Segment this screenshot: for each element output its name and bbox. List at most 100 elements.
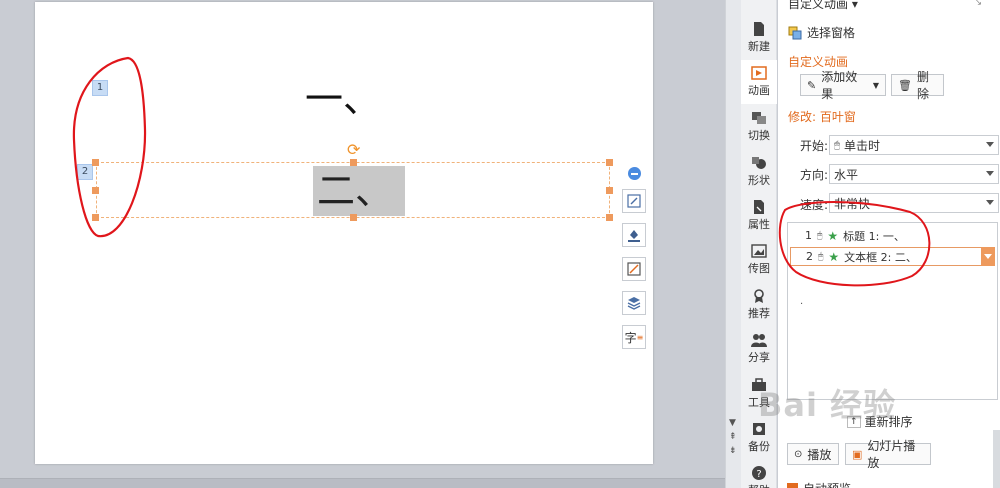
rotate-handle-icon[interactable]: ⟳ (347, 142, 360, 158)
slide-title-text[interactable]: 一、 (305, 68, 381, 123)
fill-bucket-icon[interactable] (622, 223, 646, 247)
property-icon (754, 200, 764, 214)
slideshow-button[interactable]: ▣ 幻灯片播放 (845, 439, 931, 470)
direction-value: 水平 (834, 167, 859, 182)
direction-label: 方向: (800, 168, 829, 182)
slideshow-label: 幻灯片播放 (867, 439, 916, 470)
tab-label: 推荐 (748, 307, 770, 320)
svg-text:?: ? (756, 469, 761, 480)
slide-textbox[interactable]: 二、 (313, 166, 405, 216)
direction-select[interactable]: 水平 (829, 164, 999, 184)
list-item[interactable]: 1 🖱 ★ 标题 1: 一、 (790, 226, 995, 245)
help-icon: ? (752, 466, 766, 480)
play-label: 播放 (807, 447, 832, 462)
shape-icon (752, 157, 766, 169)
slide-workspace: 1 一、 2 二、 ⟳ 字 ≡ (0, 0, 725, 488)
tab-label: 形状 (748, 174, 770, 187)
layers-icon[interactable] (622, 291, 646, 315)
tab-label: 传图 (748, 262, 770, 275)
tab-new[interactable]: 新建 (741, 16, 777, 60)
watermark: Bai 经验 (758, 386, 897, 424)
delete-button[interactable]: 🗑 删除 (891, 70, 944, 101)
select-pane-link[interactable]: 选择窗格 (788, 24, 855, 41)
autopreview-label: 自动预览 (803, 480, 851, 488)
mouse-icon: 🖱 (817, 230, 823, 241)
vertical-scrollbar[interactable]: ▼ ⇞ ⇟ (725, 0, 741, 488)
page-down-icon[interactable]: ⇟ (729, 446, 737, 456)
tab-recommend[interactable]: 推荐 (741, 283, 777, 327)
transition-icon (752, 112, 766, 124)
speed-select[interactable]: 非常快 (829, 193, 999, 213)
star-effect-icon: ★ (828, 249, 840, 264)
tab-help[interactable]: ? 帮助 (741, 460, 777, 488)
list-item[interactable]: 2 🖱 ★ 文本框 2: 二、 (790, 247, 995, 266)
resize-handle[interactable] (350, 159, 357, 166)
item-text: 文本框 2: 二、 (844, 250, 917, 264)
resize-handle[interactable] (606, 159, 613, 166)
tab-shape[interactable]: 形状 (741, 150, 777, 194)
tab-animation[interactable]: 动画 (741, 60, 777, 104)
status-bar (0, 478, 725, 488)
item-number: 2 (806, 250, 813, 263)
item-text: 标题 1: 一、 (843, 229, 905, 243)
ribbon-icon (754, 289, 764, 303)
select-pane-label: 选择窗格 (807, 26, 856, 40)
image-icon (751, 244, 767, 258)
resize-handle[interactable] (606, 214, 613, 221)
animation-list[interactable]: 1 🖱 ★ 标题 1: 一、 2 🖱 ★ 文本框 2: 二、 · (787, 222, 998, 400)
tab-share[interactable]: 分享 (741, 327, 777, 371)
tab-image[interactable]: 传图 (741, 238, 777, 282)
modify-header: 修改: 百叶窗 (788, 110, 856, 124)
delete-label: 删除 (916, 70, 929, 101)
play-button[interactable]: ⊙ 播放 (787, 443, 839, 465)
star-effect-icon: ★ (827, 228, 839, 243)
tab-label: 备份 (748, 440, 770, 453)
animation-tag-2[interactable]: 2 (77, 164, 93, 180)
speed-value: 非常快 (834, 196, 871, 211)
resize-handle[interactable] (92, 214, 99, 221)
select-pane-icon (788, 26, 802, 39)
new-doc-icon (754, 22, 764, 36)
item-number: 1 (805, 229, 812, 242)
start-select[interactable]: 🖱 单击时 (829, 135, 999, 155)
resize-handle[interactable] (92, 159, 99, 166)
mouse-icon: 🖱 (834, 139, 840, 151)
animation-tag-1[interactable]: 1 (92, 80, 108, 96)
chevron-down-icon: ▼ (872, 80, 879, 90)
chevron-down-icon (986, 200, 994, 205)
play-icon: ⊙ (794, 448, 803, 460)
resize-handle[interactable] (606, 187, 613, 194)
mouse-icon: 🖱 (818, 251, 824, 262)
start-value: 单击时 (844, 138, 881, 153)
chevron-down-icon[interactable] (981, 247, 995, 266)
resize-handle[interactable] (92, 187, 99, 194)
tab-property[interactable]: 属性 (741, 194, 777, 238)
edit-shape-icon[interactable] (622, 189, 646, 213)
page-up-icon[interactable]: ⇞ (729, 432, 737, 442)
scroll-down-icon[interactable]: ▼ (729, 418, 736, 428)
chevron-down-icon (986, 171, 994, 176)
speed-label: 速度: (800, 198, 829, 212)
panel-title[interactable]: 自定义动画 ▾ (788, 0, 858, 12)
slide-canvas[interactable]: 1 一、 2 二、 ⟳ (35, 2, 653, 464)
outline-icon[interactable] (622, 257, 646, 281)
tab-label: 属性 (748, 218, 770, 231)
people-icon (751, 334, 767, 347)
list-dot: · (800, 299, 804, 310)
tab-label: 分享 (748, 351, 770, 364)
tab-transition[interactable]: 切换 (741, 105, 777, 149)
tab-label: 切换 (748, 129, 770, 142)
autopreview-checkbox[interactable] (787, 483, 798, 488)
start-label: 开始: (800, 139, 829, 153)
slideshow-icon: ▣ (852, 447, 863, 461)
tab-label: 新建 (748, 40, 770, 53)
chevron-down-icon (986, 142, 994, 147)
tab-label: 动画 (748, 84, 770, 97)
panel-scrollbar[interactable] (993, 430, 1000, 488)
add-effect-button[interactable]: ✎ 添加效果 ▼ (800, 70, 886, 101)
pin-icon[interactable]: ⤡ (973, 0, 981, 7)
autopreview-row[interactable]: 自动预览 (787, 480, 851, 488)
resize-handle[interactable] (350, 214, 357, 221)
collapse-minus-icon[interactable] (628, 167, 641, 180)
text-style-icon[interactable]: 字 ≡ (622, 325, 646, 349)
